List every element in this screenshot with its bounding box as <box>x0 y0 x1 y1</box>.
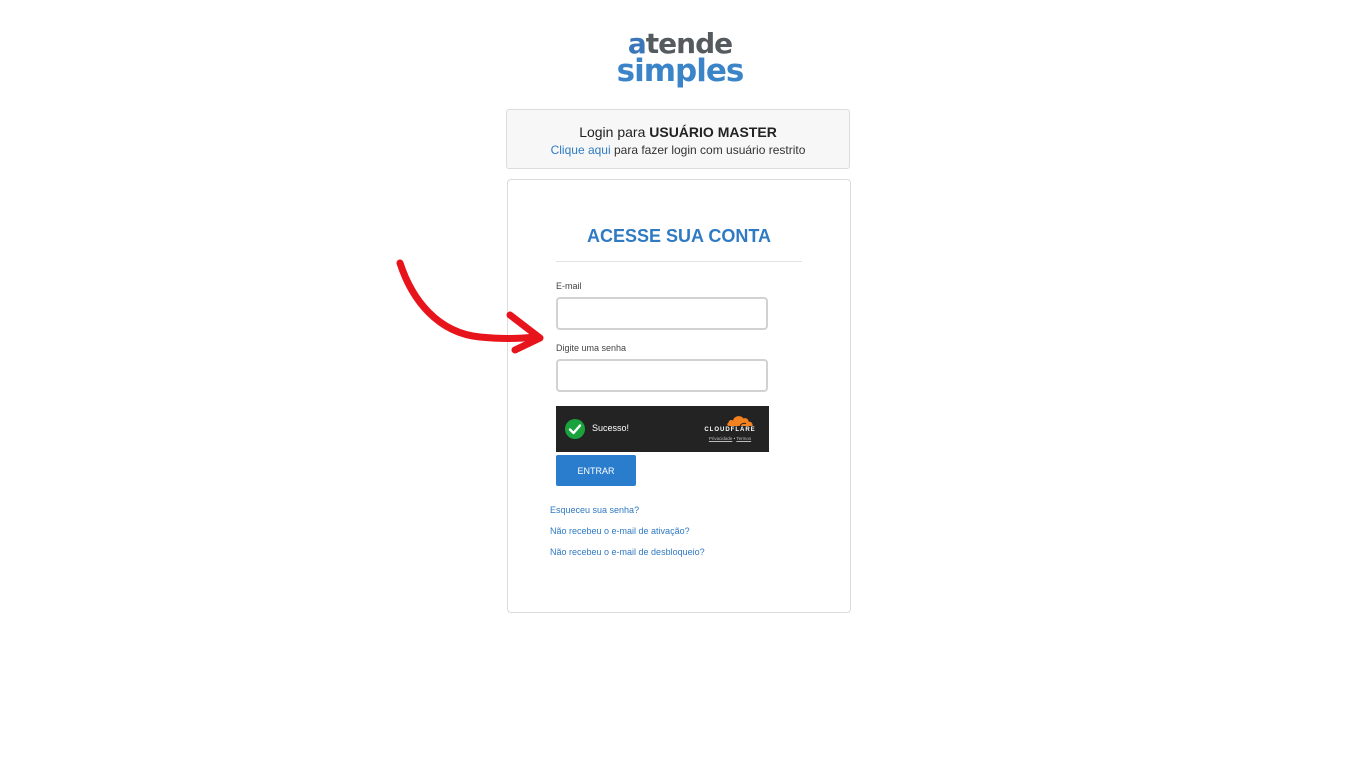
forgot-password-link[interactable]: Esqueceu sua senha? <box>550 505 639 515</box>
cloudflare-logo: CLOUDFLARE Privacidade • Termos <box>700 413 760 449</box>
check-icon <box>565 419 585 439</box>
logo-line-2: simples <box>616 53 745 89</box>
login-card: ACESSE SUA CONTA E-mail Digite uma senha… <box>507 179 851 613</box>
restricted-login-link[interactable]: Clique aqui <box>551 143 611 157</box>
login-type-header: Login para USUÁRIO MASTER Clique aqui pa… <box>506 109 850 169</box>
restricted-login-hint: Clique aqui para fazer login com usuário… <box>550 143 806 157</box>
card-title: ACESSE SUA CONTA <box>586 226 772 246</box>
cloudflare-captcha[interactable]: Sucesso! CLOUDFLARE Privacidade • Termos <box>556 406 769 452</box>
login-page: atende simples Login para USUÁRIO MASTER… <box>0 0 1358 764</box>
divider <box>556 261 802 262</box>
email-label: E-mail <box>556 281 582 291</box>
email-field[interactable] <box>556 297 768 330</box>
resend-unlock-link[interactable]: Não recebeu o e-mail de desbloqueio? <box>550 547 705 557</box>
login-type-title: Login para USUÁRIO MASTER <box>579 124 777 140</box>
terms-link[interactable]: Termos <box>736 436 751 441</box>
logo: atende simples <box>600 30 760 87</box>
captcha-status: Sucesso! <box>592 423 630 433</box>
cloudflare-brand: CLOUDFLARE <box>704 427 756 433</box>
password-label: Digite uma senha <box>556 343 627 353</box>
submit-button[interactable]: ENTRAR <box>556 455 636 486</box>
cloudflare-cloud-icon <box>727 416 753 427</box>
red-arrow-icon <box>396 259 544 354</box>
resend-activation-link[interactable]: Não recebeu o e-mail de ativação? <box>550 526 690 536</box>
cloudflare-links: Privacidade • Termos <box>708 436 752 441</box>
privacy-link[interactable]: Privacidade <box>709 436 733 441</box>
password-field[interactable] <box>556 359 768 392</box>
